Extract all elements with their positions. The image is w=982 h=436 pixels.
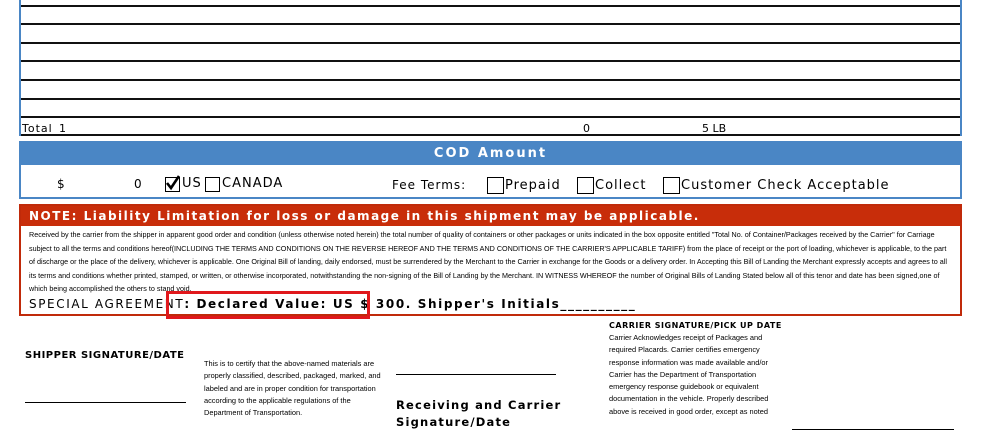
collect-label: Collect [595,178,647,193]
fee-terms-label: Fee Terms: [392,178,467,192]
liability-notice-body: Received by the carrier from the shipper… [29,230,947,294]
prepaid-label: Prepaid [505,178,561,193]
us-label: US [182,176,202,191]
total-cod-units: 0 [583,122,590,135]
liability-notice: NOTE: Liability Limitation for loss or d… [19,204,962,316]
total-weight: 5 LB [702,122,727,135]
table-rule [21,116,960,118]
table-rule [21,79,960,81]
cod-currency-symbol: $ [57,177,65,191]
receiving-label-2: Signature/Date [396,415,512,429]
special-agreement-label: SPECIAL AGREEMENT [29,297,185,311]
cod-header: COD Amount [21,143,960,165]
shipper-signature-line[interactable] [25,402,186,403]
shipper-signature-label: SHIPPER SIGNATURE/DATE [25,350,185,361]
canada-label: CANADA [222,176,284,191]
customer-check-checkbox[interactable] [663,177,680,194]
receiving-signature-line[interactable] [396,374,556,375]
certification-text: This is to certify that the above-named … [204,359,381,418]
cod-section: COD Amount $ 0 US CANADA Fee Terms: Prep… [19,141,962,199]
table-rule [21,134,960,136]
table-rule [21,42,960,44]
table-rule [21,23,960,25]
liability-notice-header: NOTE: Liability Limitation for loss or d… [21,206,960,226]
table-rule [21,60,960,62]
declared-value-highlight [166,291,370,319]
carrier-signature-label: CARRIER SIGNATURE/PICK UP DATE [609,321,782,330]
table-rule [21,98,960,100]
carrier-acknowledgement-text: Carrier Acknowledges receipt of Packages… [609,333,769,416]
cod-amount: 0 [134,177,142,191]
shipper-initials: Shipper's Initials__________ [411,297,637,311]
commodity-lines-table: Total 1 0 5 LB [19,0,962,136]
carrier-signature-line[interactable] [792,429,954,430]
total-count: 1 [59,122,66,135]
table-rule [21,5,960,7]
checkmark-icon [165,175,181,191]
total-label: Total [22,122,53,135]
us-checkbox[interactable] [165,175,181,192]
canada-checkbox[interactable] [205,177,220,192]
receiving-label-1: Receiving and Carrier [396,398,562,412]
collect-checkbox[interactable] [577,177,594,194]
prepaid-checkbox[interactable] [487,177,504,194]
customer-check-label: Customer Check Acceptable [681,178,890,193]
